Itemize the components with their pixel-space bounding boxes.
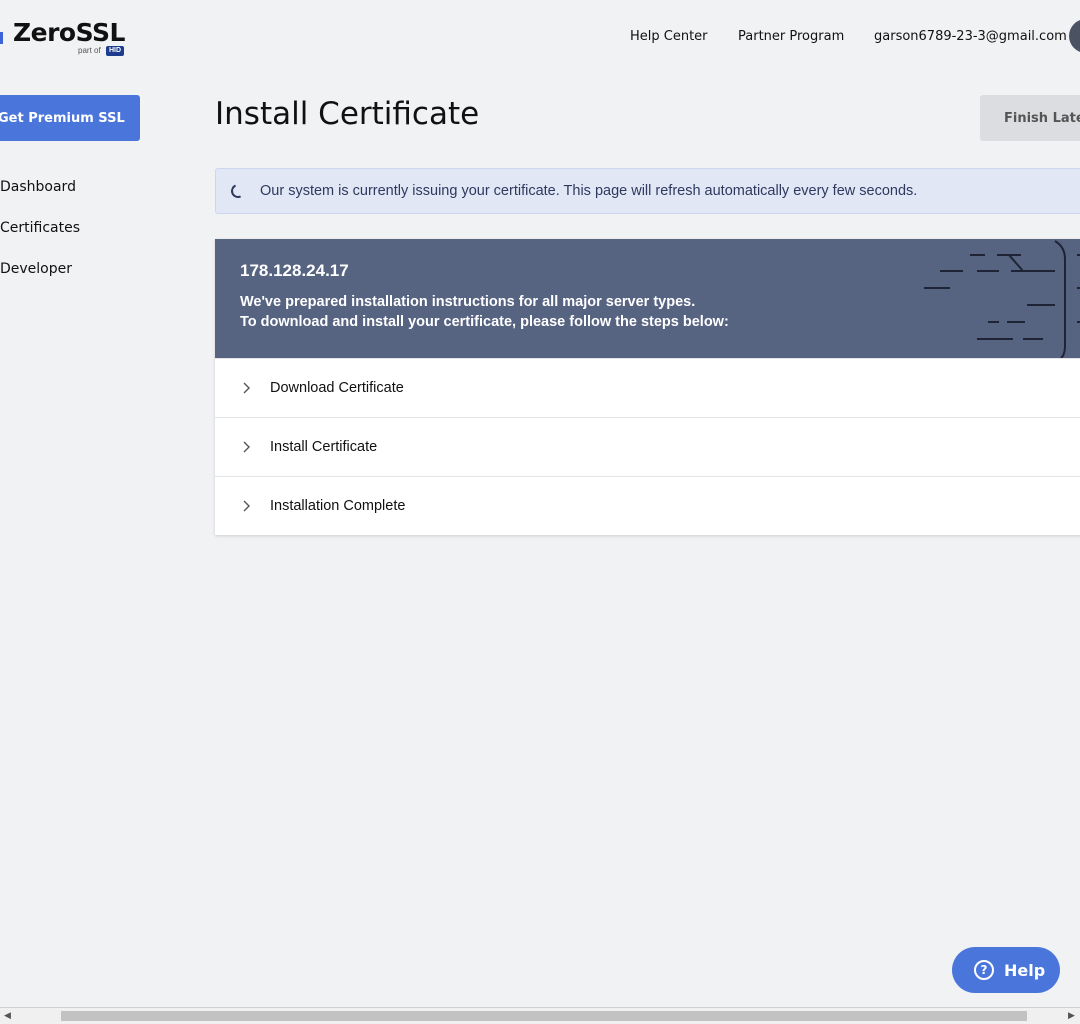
premium-button-label: Get Premium SSL — [0, 110, 125, 126]
step-installation-complete[interactable]: Installation Complete — [215, 476, 1080, 535]
nav-partner-program[interactable]: Partner Program — [738, 29, 844, 44]
step-label: Installation Complete — [270, 498, 406, 514]
domain-ip: 178.128.24.17 — [240, 261, 349, 280]
hid-badge: HID — [106, 46, 125, 56]
chevron-right-icon — [215, 382, 270, 394]
sidebar-item-certificates[interactable]: Certificates — [0, 217, 80, 258]
card-intro-line1: We've prepared installation instructions… — [240, 294, 696, 310]
issuing-notice: Our system is currently issuing your cer… — [215, 168, 1080, 214]
finish-later-label: Finish Later — [1004, 110, 1080, 126]
logo-mark — [0, 32, 3, 44]
help-label: Help — [1004, 960, 1046, 980]
horizontal-scrollbar[interactable]: ◀ ▶ — [0, 1007, 1080, 1024]
scroll-right-arrow-icon[interactable]: ▶ — [1068, 1010, 1075, 1021]
sidebar-item-dashboard[interactable]: Dashboard — [0, 176, 80, 217]
step-download-certificate[interactable]: Download Certificate — [215, 358, 1080, 417]
chevron-right-icon — [215, 441, 270, 453]
step-install-certificate[interactable]: Install Certificate — [215, 417, 1080, 476]
card-intro-line2: To download and install your certificate… — [240, 314, 729, 330]
scroll-left-arrow-icon[interactable]: ◀ — [4, 1010, 11, 1021]
chevron-right-icon — [215, 500, 270, 512]
step-label: Download Certificate — [270, 380, 404, 396]
zerossl-logo[interactable]: ZeroSSL part of HID — [0, 18, 140, 58]
logo-part-of: part of — [78, 46, 101, 55]
help-button[interactable]: ? Help — [952, 947, 1060, 993]
get-premium-ssl-button[interactable]: Get Premium SSL — [0, 95, 140, 141]
user-avatar[interactable] — [1069, 19, 1080, 53]
nav-user-email[interactable]: garson6789-23-3@gmail.com — [874, 29, 1067, 44]
card-header: 178.128.24.17 We've prepared installatio… — [215, 239, 1080, 358]
loading-spinner-icon — [229, 182, 247, 200]
step-label: Install Certificate — [270, 439, 378, 455]
sidebar-nav: Dashboard Certificates Developer — [0, 176, 80, 299]
question-circle-icon: ? — [974, 960, 994, 980]
install-card: 178.128.24.17 We've prepared installatio… — [215, 239, 1080, 535]
finish-later-button[interactable]: Finish Later — [980, 95, 1080, 141]
sidebar-item-developer[interactable]: Developer — [0, 258, 80, 299]
code-illustration-icon — [924, 240, 1080, 358]
nav-help-center[interactable]: Help Center — [630, 29, 708, 44]
page-title: Install Certificate — [215, 96, 480, 132]
notice-text: Our system is currently issuing your cer… — [260, 183, 918, 199]
scrollbar-thumb[interactable] — [61, 1011, 1027, 1021]
logo-wordmark: ZeroSSL — [13, 18, 125, 47]
